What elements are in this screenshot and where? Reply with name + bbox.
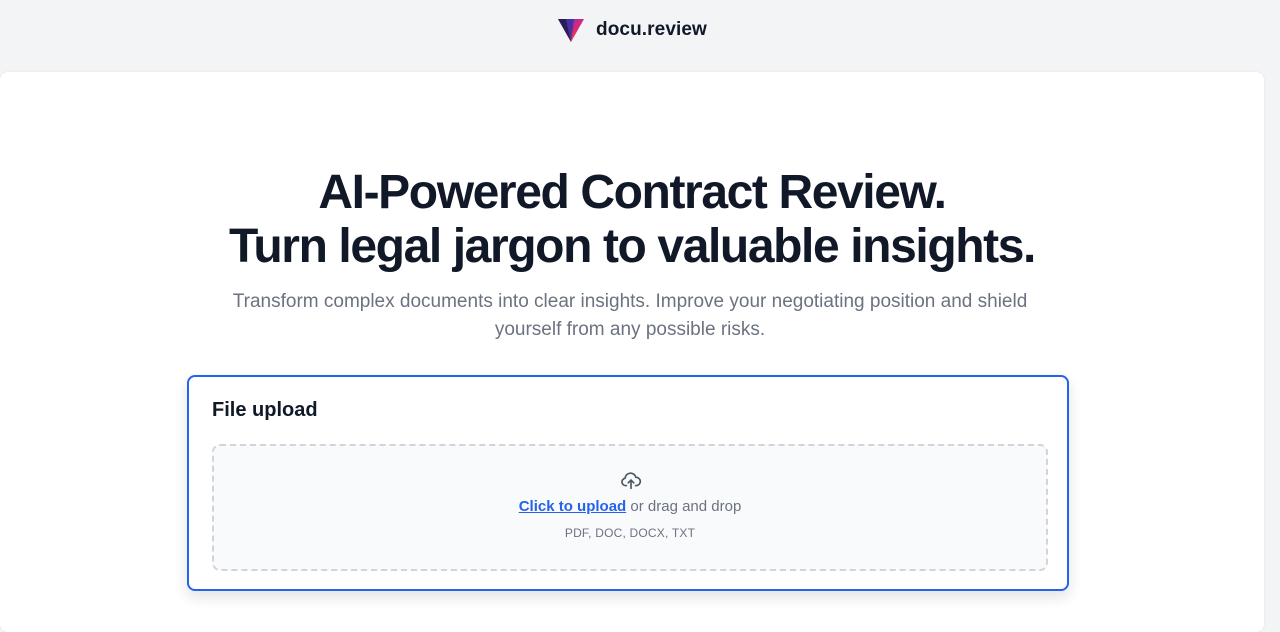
accepted-file-types: PDF, DOC, DOCX, TXT xyxy=(564,526,696,540)
main-card: AI-Powered Contract Review. Turn legal j… xyxy=(0,72,1264,632)
top-bar: docu.review xyxy=(0,0,1280,72)
cloud-upload-icon xyxy=(621,472,642,490)
hero-title: AI-Powered Contract Review. Turn legal j… xyxy=(0,166,1264,274)
brand-name: docu.review xyxy=(596,19,707,40)
click-to-upload-link[interactable]: Click to upload xyxy=(519,498,627,515)
hero-title-line-1: AI-Powered Contract Review. xyxy=(318,166,947,219)
hero-subtitle: Transform complex documents into clear i… xyxy=(232,291,1028,340)
brand[interactable]: docu.review xyxy=(556,14,707,46)
drop-instructions: Click to upload or drag and drop xyxy=(214,498,1046,515)
upload-dropzone[interactable]: Click to upload or drag and drop PDF, DO… xyxy=(212,444,1048,571)
hero-title-line-2: Turn legal jargon to valuable insights. xyxy=(229,220,1036,273)
v-triangle-logo-icon xyxy=(558,19,584,42)
file-upload-card: File upload Click to upload or drag and … xyxy=(187,375,1069,591)
file-upload-title: File upload xyxy=(212,399,318,421)
drag-drop-text: or drag and drop xyxy=(626,498,742,515)
